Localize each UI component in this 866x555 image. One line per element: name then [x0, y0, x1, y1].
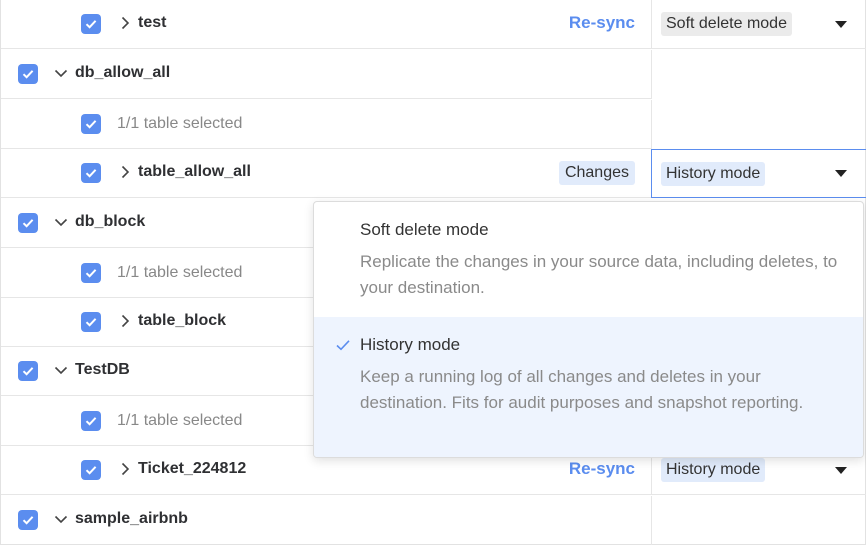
- caret-down-icon[interactable]: [835, 21, 847, 28]
- checkbox-db-allow-all[interactable]: [18, 64, 38, 84]
- table-count-row: 1/1 table selected: [1, 100, 866, 149]
- table-row: test Re-sync Soft delete mode: [1, 0, 866, 49]
- table-count-label: 1/1 table selected: [117, 115, 243, 132]
- table-count-label: 1/1 table selected: [117, 264, 243, 281]
- schema-name: db_allow_all: [75, 64, 171, 81]
- check-icon: [85, 417, 97, 426]
- schema-row: db_allow_all: [1, 50, 866, 99]
- schema-name: db_block: [75, 213, 146, 230]
- sync-mode-select[interactable]: History mode: [651, 149, 866, 198]
- schema-name: sample_airbnb: [75, 510, 188, 527]
- resync-button[interactable]: Re-sync: [569, 13, 635, 33]
- table-row: table_allow_all Changes History mode: [1, 149, 866, 198]
- check-icon: [85, 466, 97, 475]
- option-title: History mode: [360, 335, 461, 354]
- schema-row: sample_airbnb: [1, 496, 866, 545]
- table-name: table_allow_all: [138, 163, 251, 180]
- chevron-down-icon[interactable]: [54, 512, 68, 526]
- checkbox-select-all-tables[interactable]: [81, 263, 101, 283]
- sync-mode-select[interactable]: Soft delete mode: [651, 0, 866, 49]
- chevron-down-icon[interactable]: [54, 215, 68, 229]
- caret-down-icon[interactable]: [835, 467, 847, 474]
- check-icon: [85, 318, 97, 327]
- checkbox-sample-airbnb[interactable]: [18, 510, 38, 530]
- table-name: table_block: [138, 312, 227, 329]
- chevron-right-icon[interactable]: [118, 165, 132, 179]
- check-icon: [22, 516, 34, 525]
- option-description: Keep a running log of all changes and de…: [360, 367, 804, 412]
- table-name: test: [138, 14, 167, 31]
- option-description: Replicate the changes in your source dat…: [360, 252, 838, 297]
- checkbox-db-block[interactable]: [18, 213, 38, 233]
- checkbox-table-block[interactable]: [81, 312, 101, 332]
- checkbox-ticket[interactable]: [81, 460, 101, 480]
- checkbox-test[interactable]: [81, 14, 101, 34]
- caret-down-icon[interactable]: [835, 170, 847, 177]
- check-icon: [85, 169, 97, 178]
- check-icon: [85, 20, 97, 29]
- sync-mode-value: History mode: [661, 162, 766, 186]
- table-name: Ticket_224812: [138, 460, 247, 477]
- sync-mode-value: History mode: [661, 458, 766, 482]
- check-icon: [22, 219, 34, 228]
- checkbox-select-all-tables[interactable]: [81, 411, 101, 431]
- checkbox-testdb[interactable]: [18, 361, 38, 381]
- schema-name: TestDB: [75, 361, 130, 378]
- chevron-right-icon[interactable]: [118, 314, 132, 328]
- table-count-label: 1/1 table selected: [117, 412, 243, 429]
- sync-mode-value: Soft delete mode: [661, 12, 792, 36]
- check-icon: [336, 340, 350, 351]
- sync-mode-dropdown: Soft delete mode Replicate the changes i…: [313, 201, 864, 458]
- check-icon: [22, 367, 34, 376]
- resync-button[interactable]: Re-sync: [569, 459, 635, 479]
- option-soft-delete-mode[interactable]: Soft delete mode Replicate the changes i…: [314, 202, 863, 317]
- check-icon: [85, 269, 97, 278]
- option-history-mode[interactable]: History mode Keep a running log of all c…: [314, 317, 863, 457]
- chevron-down-icon[interactable]: [54, 363, 68, 377]
- chevron-down-icon[interactable]: [54, 66, 68, 80]
- option-title: Soft delete mode: [360, 220, 489, 239]
- check-icon: [22, 70, 34, 79]
- checkbox-table-allow-all[interactable]: [81, 163, 101, 183]
- checkbox-select-all-tables[interactable]: [81, 114, 101, 134]
- chevron-right-icon[interactable]: [118, 16, 132, 30]
- check-icon: [85, 120, 97, 129]
- chevron-right-icon[interactable]: [118, 462, 132, 476]
- changes-badge: Changes: [558, 161, 635, 185]
